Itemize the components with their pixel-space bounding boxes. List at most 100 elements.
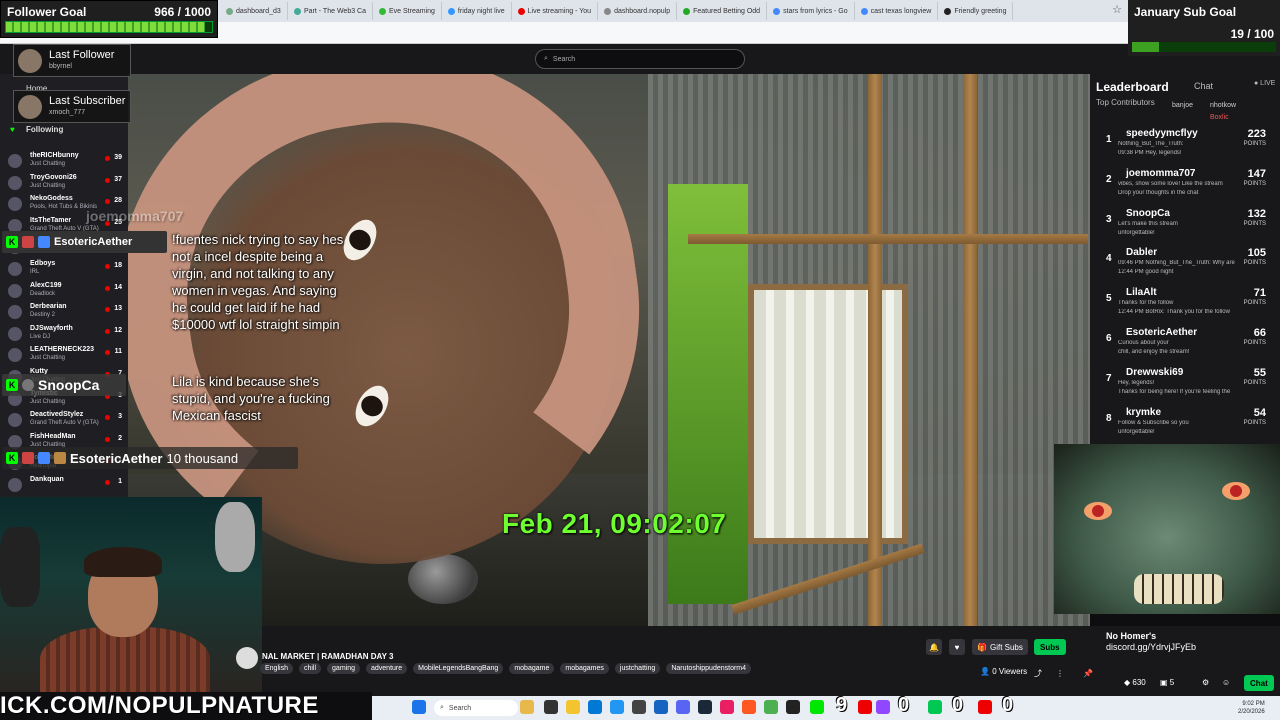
channel-points[interactable]: ◆ 630 [1124, 678, 1146, 687]
file-explorer-icon[interactable] [566, 700, 580, 714]
leaderboard-title[interactable]: Leaderboard [1096, 80, 1169, 94]
contributor-name: Boxlic [1210, 114, 1229, 121]
browser-tab[interactable]: cast texas longview [855, 2, 939, 20]
settings-icon[interactable]: ⚙ [1202, 678, 1209, 687]
stream-tag[interactable]: MobileLegendsBangBang [413, 663, 504, 674]
sidebar-channel[interactable]: DJSwayforth Live DJ 12 [4, 323, 124, 345]
app-icon[interactable] [632, 700, 646, 714]
viewer-count: 18 [114, 262, 122, 269]
chat-line: vibes, show some love! Like the stream [1118, 180, 1223, 187]
tab-chat[interactable]: Chat [1194, 81, 1213, 91]
chrome-icon[interactable] [764, 700, 778, 714]
sidebar-channel[interactable]: TroyGovoni26 Just Chatting 37 [4, 172, 124, 194]
browser-tab[interactable]: Part - The Web3 Ca [288, 2, 373, 20]
rumble-icon [928, 700, 942, 714]
sidebar-channel[interactable]: DeactivedStylez Grand Theft Auto V (GTA) 3 [4, 409, 124, 431]
taskbar-search[interactable]: ⌕ Search [434, 700, 518, 716]
sub-goal-count: 19 / 100 [1230, 27, 1274, 41]
gift-subs-label: Gift Subs [989, 642, 1023, 652]
sidebar-channel[interactable]: theRICHbunny Just Chatting 39 [4, 150, 124, 172]
follower-goal-widget: Follower Goal 966 / 1000 [0, 0, 218, 38]
kick-url-banner: ICK.COM/NOPULPNATURE [0, 692, 372, 720]
browser-tab[interactable]: Featured Betting Odd [677, 2, 768, 20]
stream-tag[interactable]: chill [298, 663, 322, 674]
google-icon [773, 7, 781, 15]
leaderboard-points: 71 [1253, 287, 1266, 300]
stream-tag[interactable]: mobagames [560, 663, 609, 674]
tab-favicon-icon [379, 7, 386, 15]
browser-tab[interactable]: Friendly greeting [938, 2, 1014, 20]
stream-title: NAL MARKET | RAMADHAN DAY 3 [262, 652, 394, 661]
bookmark-star-icon[interactable]: ☆ [1112, 3, 1122, 16]
clock-date: 2/20/2026 [1238, 709, 1265, 715]
task-view-icon[interactable] [544, 700, 558, 714]
steam-icon[interactable] [698, 700, 712, 714]
channel-points-2[interactable]: ▣ 5 [1160, 678, 1174, 687]
sidebar-channel[interactable]: LEATHERNECK223 Just Chatting 11 [4, 344, 124, 366]
browser-tab[interactable]: friday night live [442, 2, 512, 20]
avatar [8, 262, 22, 276]
chat-line: Drop your thoughts in the chat [1118, 189, 1199, 196]
follow-heart-button[interactable]: ♥ [949, 639, 965, 655]
sidebar-channel[interactable]: Edboys IRL 18 [4, 258, 124, 280]
app-icon[interactable] [786, 700, 800, 714]
widgets-icon[interactable] [520, 700, 534, 714]
clock-time: 9:02 PM [1242, 701, 1265, 707]
firefox-icon[interactable] [742, 700, 756, 714]
tab-label: dashboard.nopulp [614, 7, 671, 15]
chat-send-button[interactable]: Chat [1244, 675, 1274, 691]
browser-tab[interactable]: stars from lyrics - Go [767, 2, 855, 20]
search-input[interactable]: ⌕ Search [535, 49, 745, 69]
app-icon[interactable] [654, 700, 668, 714]
subscribe-button[interactable]: Subs [1034, 639, 1066, 655]
sidebar-channel[interactable]: Dankquan 1 [4, 474, 124, 496]
tab-label: Part - The Web3 Ca [304, 7, 366, 15]
sidebar-following[interactable]: Following [26, 125, 63, 134]
stream-video[interactable]: Feb 21, 09:02:07 [128, 74, 1090, 626]
more-options-icon[interactable]: ⋮ [1054, 665, 1066, 681]
gift-subs-button[interactable]: 🎁 Gift Subs [972, 639, 1028, 655]
user-badge-icon [22, 452, 34, 464]
leaderboard-row: 4 Dabler 105 POINTS 09:46 PM Nothing_But_The… [1090, 247, 1280, 285]
sidebar-channel[interactable]: AlexC199 Deadlock 14 [4, 280, 124, 302]
sidebar-channel[interactable]: Derbearian Destiny 2 13 [4, 301, 124, 323]
browser-tab[interactable]: Live streaming - You [512, 2, 599, 20]
stream-tag[interactable]: gaming [327, 663, 360, 674]
app-icon[interactable] [720, 700, 734, 714]
stream-tag[interactable]: justchatting [614, 663, 661, 674]
stream-tag[interactable]: English [260, 663, 293, 674]
leaderboard-name: EsotericAether [1126, 327, 1198, 338]
channel-category: Deadlock [30, 290, 56, 297]
gift-icon: 🎁 [977, 642, 987, 652]
stream-tag[interactable]: adventure [366, 663, 408, 674]
leaderboard-rank: 8 [1106, 412, 1112, 424]
microphone-icon [236, 647, 258, 669]
share-icon[interactable]: ⤴ [1032, 665, 1044, 681]
browser-tab[interactable]: dashboard_d3 [220, 2, 288, 20]
app-icon[interactable] [610, 700, 624, 714]
channel-category: IRL [30, 269, 40, 275]
leaderboard-subtitle: Top Contributors [1096, 98, 1155, 107]
stream-tag[interactable]: Narutoshippudenstorm4 [666, 663, 752, 674]
viewer-icon: 👤 [980, 667, 990, 676]
search-placeholder: Search [552, 55, 576, 63]
points-value: 630 [1132, 678, 1146, 687]
live-dot-icon [105, 328, 110, 334]
notification-bell-button[interactable]: 🔔 [926, 639, 942, 655]
viewer-count: 2 [118, 434, 122, 442]
tab-label: stars from lyrics - Go [783, 7, 848, 15]
stream-tag[interactable]: mobagame [509, 663, 555, 674]
system-clock[interactable]: 9:02 PM 2/20/2026 [1238, 700, 1265, 716]
pin-icon[interactable]: 📌 [1082, 665, 1094, 681]
discord-icon[interactable] [676, 700, 690, 714]
facecam-hair [84, 547, 162, 577]
follower-goal-count: 966 / 1000 [154, 5, 211, 19]
windows-start-icon[interactable] [412, 700, 426, 714]
browser-tab[interactable]: dashboard.nopulp [598, 2, 678, 20]
emote-icon[interactable]: ☺ [1222, 678, 1230, 687]
edge-icon[interactable] [588, 700, 602, 714]
screen: dashboard_d3 Part - The Web3 Ca Eve Stre… [0, 0, 1280, 720]
video-beam [868, 74, 882, 626]
browser-tab[interactable]: Eve Streaming [373, 2, 442, 20]
facecam-mask-decor [215, 502, 255, 572]
